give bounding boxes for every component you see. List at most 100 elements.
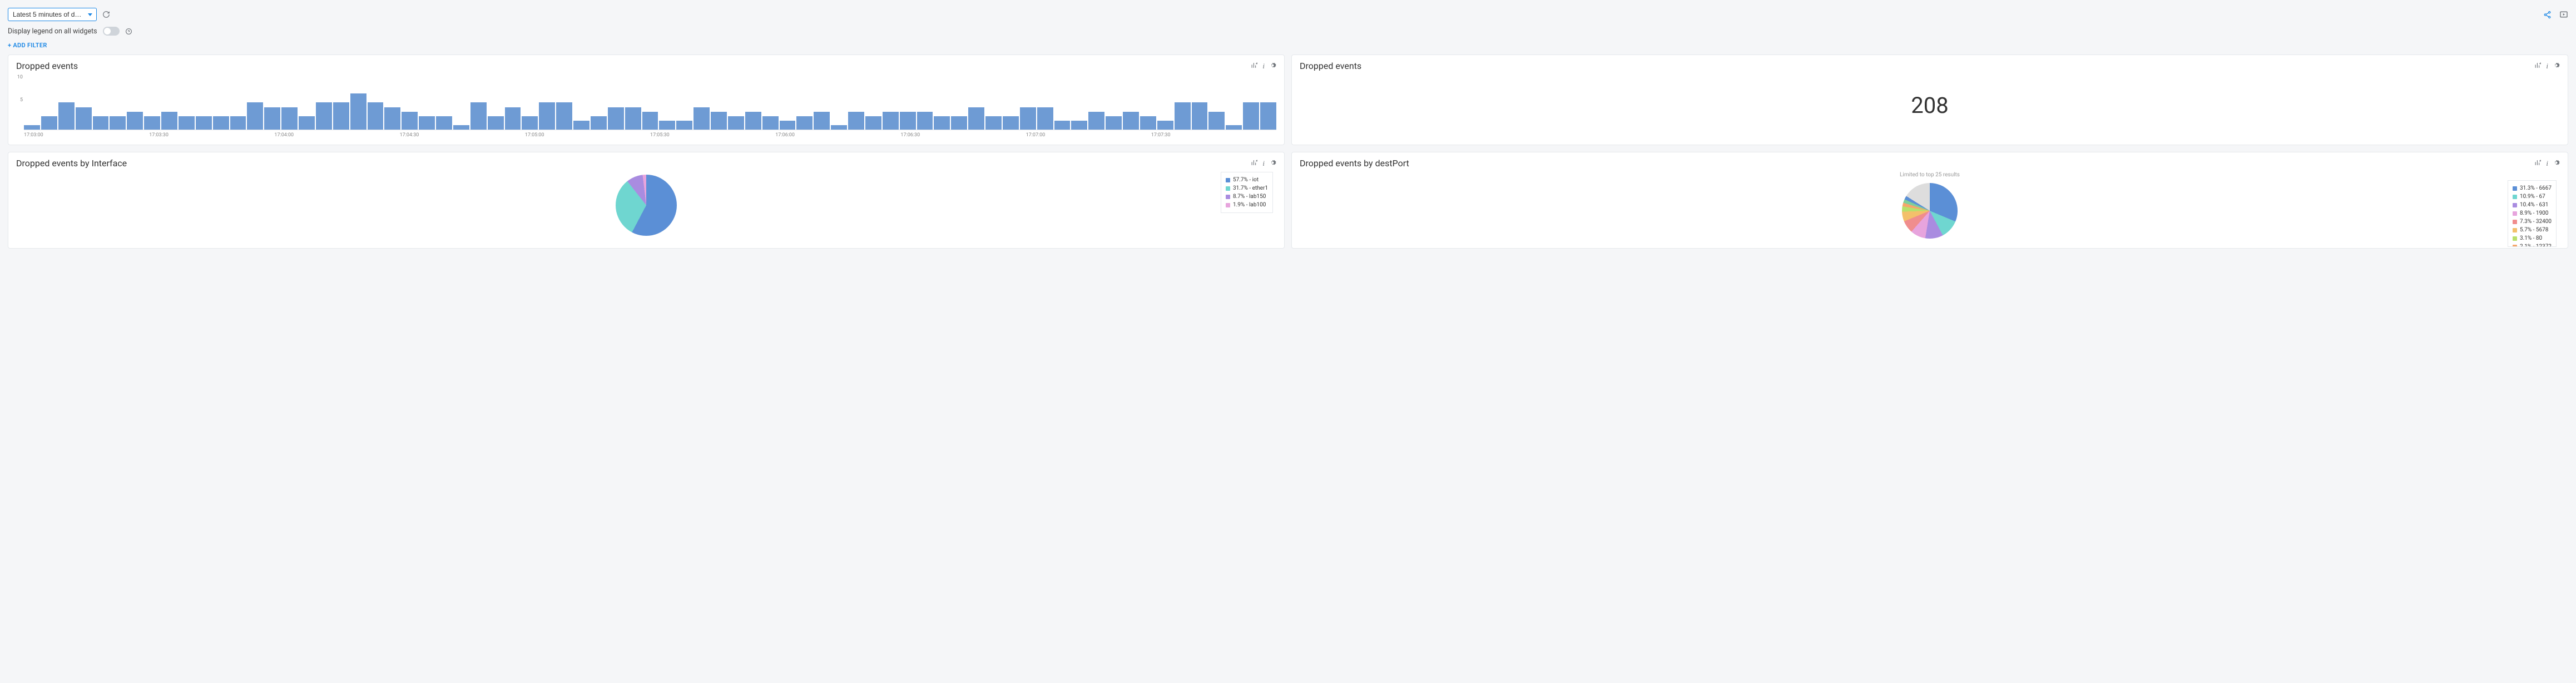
x-tick: 17:05:30 (650, 132, 775, 138)
panel-actions: i (1251, 159, 1276, 168)
help-icon[interactable] (125, 28, 132, 35)
panel-info-icon[interactable]: i (1262, 62, 1265, 71)
panel-chart-icon[interactable] (2534, 62, 2542, 71)
bar (625, 107, 641, 130)
bar (900, 112, 916, 130)
bar (968, 107, 984, 130)
legend-toggle-label: Display legend on all widgets (8, 27, 97, 36)
x-tick: 17:03:30 (149, 132, 274, 138)
legend-label: 10.4% - 631 (2520, 201, 2548, 209)
bar (1054, 121, 1071, 130)
legend-label: 31.3% - 6667 (2520, 184, 2552, 192)
bar (368, 102, 384, 130)
add-filter-label: + ADD FILTER (8, 42, 47, 49)
pie-row: 31.3% - 666710.9% - 6710.4% - 6318.9% - … (1300, 180, 2560, 241)
bar (591, 116, 607, 130)
panel-dropped-by-interface: Dropped events by Interface i 57.7% - io… (8, 152, 1285, 249)
present-icon[interactable] (2559, 10, 2568, 19)
single-value: 208 (1300, 75, 2560, 136)
bar (831, 125, 847, 130)
share-icon[interactable] (2543, 11, 2552, 19)
bar (1106, 116, 1122, 130)
bar (419, 116, 435, 130)
bar (522, 116, 538, 130)
bar (1123, 112, 1139, 130)
legend-swatch (2513, 220, 2517, 224)
bar (676, 121, 692, 130)
panel-info-icon[interactable]: i (2546, 159, 2548, 168)
legend-label: 7.3% - 32400 (2520, 217, 2552, 226)
refresh-icon[interactable] (102, 11, 110, 18)
legend-label: 2.1% - 12372 (2520, 242, 2552, 247)
x-tick: 17:07:00 (1026, 132, 1151, 138)
panel-info-icon[interactable]: i (2546, 62, 2548, 71)
bar (1020, 107, 1036, 130)
bar (453, 125, 469, 130)
bar (762, 116, 779, 130)
bar (230, 116, 246, 130)
panel-title: Dropped events by destPort (1300, 158, 1409, 169)
x-tick: 17:03:00 (24, 132, 149, 138)
bar (693, 107, 710, 130)
panel-title: Dropped events (16, 61, 78, 71)
legend-item: 10.4% - 631 (2513, 201, 2552, 209)
panel-chart-icon[interactable] (1251, 159, 1258, 168)
bar (76, 107, 92, 130)
bar (316, 102, 332, 130)
bar (848, 112, 864, 130)
panel-header: Dropped events i (1300, 61, 2560, 71)
bar (24, 125, 40, 130)
legend-item: 57.7% - iot (1226, 176, 1268, 184)
bar (728, 116, 744, 130)
bar (1226, 125, 1242, 130)
legend-label: 3.1% - 80 (2520, 234, 2542, 242)
dashboard-grid: Dropped events i 10 5 17:03:0017:03:3017… (8, 55, 2568, 249)
legend-swatch (1226, 186, 1230, 191)
bar (1192, 102, 1208, 130)
bar (1071, 121, 1087, 130)
bar (934, 116, 950, 130)
bar (951, 116, 967, 130)
legend-label: 10.9% - 67 (2520, 192, 2545, 201)
bar (745, 112, 761, 130)
x-tick: 17:06:30 (900, 132, 1026, 138)
x-tick: 17:04:00 (274, 132, 399, 138)
legend-label: 5.7% - 5678 (2520, 226, 2548, 234)
panel-chart-icon[interactable] (1251, 62, 1258, 71)
bar-x-axis: 17:03:0017:03:3017:04:0017:04:3017:05:00… (16, 132, 1276, 138)
panel-chart-icon[interactable] (2534, 159, 2542, 168)
legend-swatch (2513, 236, 2517, 241)
bar (1243, 102, 1259, 130)
legend-toggle-row: Display legend on all widgets (8, 27, 2568, 36)
panel-gear-icon[interactable] (2553, 159, 2560, 168)
legend-item: 3.1% - 80 (2513, 234, 2552, 242)
legend-swatch (1226, 203, 1230, 207)
panel-actions: i (1251, 62, 1276, 71)
bar (247, 102, 263, 130)
bar (796, 116, 813, 130)
legend-item: 10.9% - 67 (2513, 192, 2552, 201)
legend-label: 8.7% - lab150 (1233, 192, 1266, 201)
legend-label: 1.9% - lab100 (1233, 201, 1266, 209)
bar (539, 102, 555, 130)
panel-gear-icon[interactable] (1269, 62, 1276, 71)
bar (58, 102, 75, 130)
legend-swatch (2513, 211, 2517, 216)
bar (917, 112, 933, 130)
bar (556, 102, 572, 130)
x-tick: 17:04:30 (400, 132, 525, 138)
panel-gear-icon[interactable] (2553, 62, 2560, 71)
panel-info-icon[interactable]: i (1262, 159, 1265, 168)
panel-dropped-by-destport: Dropped events by destPort i Limited to … (1291, 152, 2568, 249)
legend-swatch (2513, 245, 2517, 248)
pie-legend: 57.7% - iot31.7% - ether18.7% - lab1501.… (1221, 172, 1273, 213)
bar-series (24, 85, 1276, 130)
panel-gear-icon[interactable] (1269, 159, 1276, 168)
bar (659, 121, 675, 130)
time-range-select[interactable]: Latest 5 minutes of d… (8, 8, 97, 21)
y-tick: 10 (16, 75, 24, 80)
legend-toggle[interactable] (103, 27, 120, 36)
legend-item: 2.1% - 12372 (2513, 242, 2552, 247)
add-filter-button[interactable]: + ADD FILTER (8, 42, 47, 49)
bar (1037, 107, 1053, 130)
